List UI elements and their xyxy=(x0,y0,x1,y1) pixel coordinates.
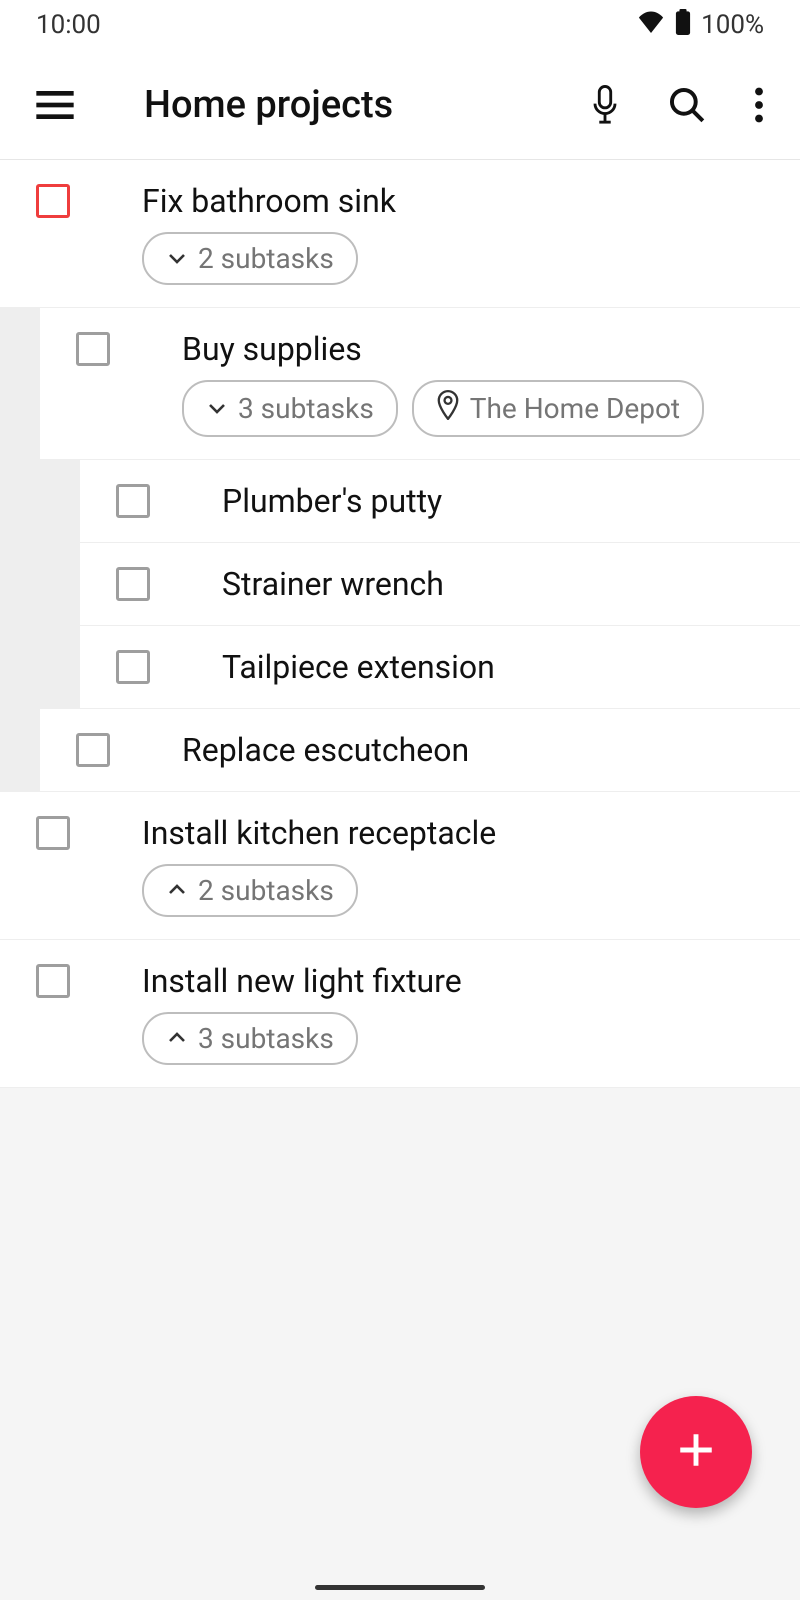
task-content: Install new light fixture 3 subtasks xyxy=(142,962,800,1065)
hamburger-icon[interactable] xyxy=(36,91,74,119)
task-row[interactable]: Fix bathroom sink 2 subtasks xyxy=(0,160,800,308)
subtasks-chip-label: 2 subtasks xyxy=(198,874,334,907)
subtasks-chip[interactable]: 3 subtasks xyxy=(142,1012,358,1065)
page-title: Home projects xyxy=(144,83,590,127)
task-row[interactable]: Install new light fixture 3 subtasks xyxy=(0,940,800,1088)
nav-handle[interactable] xyxy=(315,1585,485,1590)
subtasks-chip-label: 2 subtasks xyxy=(198,242,334,275)
task-title: Strainer wrench xyxy=(222,565,800,603)
task-title: Install new light fixture xyxy=(142,962,800,1000)
task-checkbox[interactable] xyxy=(116,484,150,518)
subtasks-chip[interactable]: 3 subtasks xyxy=(182,380,398,437)
task-checkbox[interactable] xyxy=(36,964,70,998)
task-content: Fix bathroom sink 2 subtasks xyxy=(142,182,800,285)
status-bar: 10:00 100% xyxy=(0,0,800,50)
task-row[interactable]: Strainer wrench xyxy=(80,543,800,626)
task-content: Plumber's putty xyxy=(222,482,800,520)
task-title: Install kitchen receptacle xyxy=(142,814,800,852)
task-content: Replace escutcheon xyxy=(182,731,800,769)
chips: 3 subtasks The Home Depot xyxy=(182,380,800,437)
location-chip-label: The Home Depot xyxy=(470,392,680,425)
task-content: Tailpiece extension xyxy=(222,648,800,686)
battery-percent: 100% xyxy=(701,10,764,40)
add-task-fab[interactable] xyxy=(640,1396,752,1508)
task-checkbox[interactable] xyxy=(36,184,70,218)
chevron-up-icon xyxy=(166,1022,188,1055)
subtasks-chip[interactable]: 2 subtasks xyxy=(142,232,358,285)
battery-icon xyxy=(675,9,691,42)
chips: 2 subtasks xyxy=(142,232,800,285)
task-list-container: Fix bathroom sink 2 subtasks Buy supplies 3… xyxy=(0,160,800,1088)
subtasks-chip-label: 3 subtasks xyxy=(198,1022,334,1055)
chips: 2 subtasks xyxy=(142,864,800,917)
task-title: Plumber's putty xyxy=(222,482,800,520)
wifi-icon xyxy=(637,10,665,40)
subtasks-chip-label: 3 subtasks xyxy=(238,392,374,425)
task-title: Tailpiece extension xyxy=(222,648,800,686)
more-vert-icon[interactable] xyxy=(754,87,764,123)
app-bar: Home projects xyxy=(0,50,800,160)
task-row[interactable]: Install kitchen receptacle 2 subtasks xyxy=(0,792,800,940)
location-pin-icon xyxy=(436,390,460,427)
chevron-down-icon xyxy=(206,392,228,425)
task-row[interactable]: Plumber's putty xyxy=(80,460,800,543)
task-row[interactable]: Tailpiece extension xyxy=(80,626,800,709)
chevron-down-icon xyxy=(166,242,188,275)
plus-icon xyxy=(675,1429,717,1475)
search-icon[interactable] xyxy=(668,86,706,124)
status-time: 10:00 xyxy=(36,10,101,40)
task-checkbox[interactable] xyxy=(76,733,110,767)
location-chip[interactable]: The Home Depot xyxy=(412,380,704,437)
task-checkbox[interactable] xyxy=(116,650,150,684)
task-content: Buy supplies 3 subtasks The Home Depot xyxy=(182,330,800,437)
task-row[interactable]: Buy supplies 3 subtasks The Home Depot xyxy=(40,308,800,460)
task-content: Strainer wrench xyxy=(222,565,800,603)
chevron-up-icon xyxy=(166,874,188,907)
subtasks-chip[interactable]: 2 subtasks xyxy=(142,864,358,917)
task-content: Install kitchen receptacle 2 subtasks xyxy=(142,814,800,917)
task-checkbox[interactable] xyxy=(76,332,110,366)
task-row[interactable]: Replace escutcheon xyxy=(40,709,800,792)
microphone-icon[interactable] xyxy=(590,85,620,125)
task-checkbox[interactable] xyxy=(116,567,150,601)
status-right: 100% xyxy=(637,9,764,42)
task-title: Replace escutcheon xyxy=(182,731,800,769)
task-title: Fix bathroom sink xyxy=(142,182,800,220)
chips: 3 subtasks xyxy=(142,1012,800,1065)
task-title: Buy supplies xyxy=(182,330,800,368)
task-checkbox[interactable] xyxy=(36,816,70,850)
